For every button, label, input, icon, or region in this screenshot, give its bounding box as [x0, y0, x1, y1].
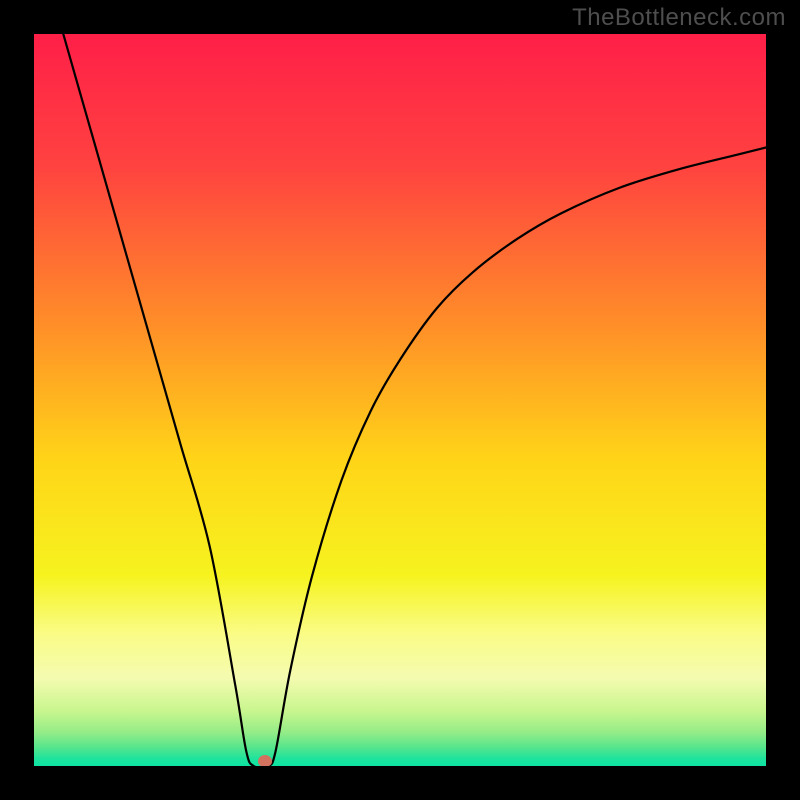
optimal-point-marker: [258, 755, 272, 766]
plot-area: [34, 34, 766, 766]
watermark-text: TheBottleneck.com: [572, 4, 786, 32]
bottleneck-curve: [63, 34, 766, 766]
chart-frame: TheBottleneck.com: [0, 0, 800, 800]
curve-layer: [34, 34, 766, 766]
